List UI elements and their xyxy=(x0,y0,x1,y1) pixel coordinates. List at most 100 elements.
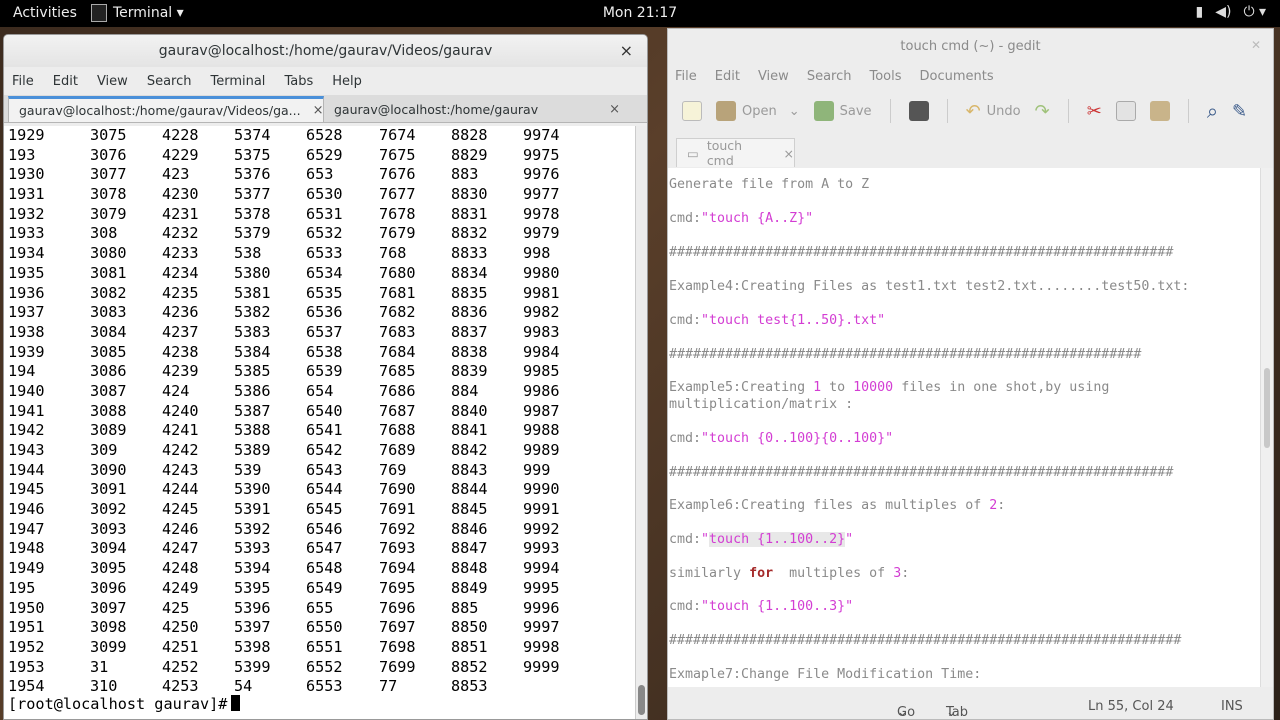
undo-label: Undo xyxy=(986,103,1021,119)
print-button[interactable] xyxy=(905,101,933,121)
close-icon[interactable]: × xyxy=(609,102,620,117)
menu-edit[interactable]: Edit xyxy=(53,74,78,89)
redo-button[interactable]: ↷ xyxy=(1031,101,1054,122)
output-cell: 8849 xyxy=(451,578,488,597)
output-cell: 309 xyxy=(90,441,118,459)
output-cell: 7688 xyxy=(379,421,416,440)
menu-edit[interactable]: Edit xyxy=(715,69,740,84)
output-cell: 7683 xyxy=(379,322,416,341)
menu-help[interactable]: Help xyxy=(332,74,362,89)
terminal-tabbar: gaurav@localhost:/home/gaurav/Videos/ga.… xyxy=(4,95,647,123)
menu-file[interactable]: File xyxy=(12,74,34,89)
insert-mode[interactable]: INS xyxy=(1221,699,1243,714)
output-cell: 6545 xyxy=(306,500,343,519)
terminal-tab-2[interactable]: gaurav@localhost:/home/gaurav × xyxy=(324,96,630,122)
editor-text: 10000 xyxy=(853,380,894,395)
activities-button[interactable]: Activities xyxy=(13,5,77,21)
output-cell: 8848 xyxy=(451,559,488,578)
output-cell: 1953 xyxy=(8,657,45,676)
output-cell: 8837 xyxy=(451,322,488,341)
menu-tools[interactable]: Tools xyxy=(869,69,901,84)
scrollbar-thumb[interactable] xyxy=(638,685,645,715)
terminal-titlebar[interactable]: gaurav@localhost:/home/gaurav/Videos/gau… xyxy=(4,35,647,67)
editor-text: ########################################… xyxy=(669,347,1142,362)
prompt-line: [root@localhost gaurav]# xyxy=(8,695,241,713)
menu-search[interactable]: Search xyxy=(147,74,192,89)
menu-view[interactable]: View xyxy=(758,69,789,84)
output-cell: 3086 xyxy=(90,362,127,381)
output-cell: 1929 xyxy=(8,126,45,144)
output-cell: 6540 xyxy=(306,401,343,420)
menu-documents[interactable]: Documents xyxy=(920,69,994,84)
gedit-scrollbar[interactable] xyxy=(1260,168,1273,687)
editor-text: 1 xyxy=(813,380,822,395)
output-cell: 9981 xyxy=(523,283,560,302)
cursor-position: Ln 55, Col 24 xyxy=(1088,699,1174,714)
menu-terminal[interactable]: Terminal xyxy=(210,74,265,89)
menu-view[interactable]: View xyxy=(97,74,128,89)
output-cell: 9999 xyxy=(523,657,560,676)
output-cell: 1947 xyxy=(8,519,45,538)
menu-file[interactable]: File xyxy=(675,69,697,84)
output-cell: 883 xyxy=(451,165,479,184)
output-cell: 77 xyxy=(379,677,398,696)
chevron-down-icon[interactable]: ⌄ xyxy=(789,104,800,119)
clock[interactable]: Mon 21:17 xyxy=(603,5,677,21)
app-menu[interactable]: Terminal ▾ xyxy=(91,2,184,24)
output-cell: 194 xyxy=(8,362,36,381)
menu-search[interactable]: Search xyxy=(807,69,852,84)
output-cell: 54 xyxy=(234,677,253,696)
paste-button[interactable] xyxy=(1146,101,1174,121)
output-cell: 6529 xyxy=(306,145,343,164)
output-cell: 8832 xyxy=(451,224,488,243)
output-cell: 6530 xyxy=(306,185,343,204)
new-button[interactable] xyxy=(678,101,706,121)
close-icon[interactable]: × xyxy=(784,146,794,161)
terminal-scrollbar[interactable] xyxy=(635,126,647,719)
terminal-title: gaurav@localhost:/home/gaurav/Videos/gau… xyxy=(158,43,493,59)
undo-button[interactable]: ↶ Undo xyxy=(962,101,1025,122)
output-cell: 6551 xyxy=(306,637,343,656)
copy-button[interactable] xyxy=(1112,101,1140,121)
save-button[interactable]: Save xyxy=(810,101,876,121)
editor-line: ########################################… xyxy=(669,347,1141,362)
output-cell: 7686 xyxy=(379,381,416,400)
terminal-output[interactable]: 1929 3075 4228 5374 6528 7674 8828 9974 193 3076 4… xyxy=(4,126,637,719)
gedit-tabbar: ▭ touch cmd × xyxy=(668,133,1273,168)
output-cell: 424 xyxy=(162,381,190,400)
output-cell: 1939 xyxy=(8,342,45,361)
open-button[interactable]: Open ⌄ xyxy=(712,101,804,121)
output-cell: 8839 xyxy=(451,362,488,381)
find-button[interactable]: ⌕ xyxy=(1203,99,1222,123)
output-cell: 7698 xyxy=(379,637,416,656)
output-cell: 6533 xyxy=(306,244,343,263)
output-cell: 3097 xyxy=(90,598,127,617)
power-icon[interactable]: ⏻ ▾ xyxy=(1243,4,1266,20)
output-cell: 7695 xyxy=(379,578,416,597)
gedit-tab[interactable]: ▭ touch cmd × xyxy=(676,138,795,168)
output-cell: 4251 xyxy=(162,637,199,656)
output-cell: 8840 xyxy=(451,401,488,420)
close-icon[interactable]: × xyxy=(313,103,324,118)
signal-icon[interactable]: ▮ xyxy=(1195,4,1203,20)
output-cell: 7678 xyxy=(379,204,416,223)
output-cell: 655 xyxy=(306,598,334,617)
output-cell: 3093 xyxy=(90,519,127,538)
replace-button[interactable]: ✎ xyxy=(1228,101,1251,122)
gedit-titlebar[interactable]: touch cmd (~) - gedit ✕ xyxy=(668,29,1273,63)
close-icon[interactable]: ✕ xyxy=(1251,38,1261,52)
editor-text: Generate file from A to Z xyxy=(669,177,870,192)
scrollbar-thumb[interactable] xyxy=(1264,368,1270,448)
editor-line: Exmaple7:Change File Modification Time: xyxy=(669,667,981,682)
volume-icon[interactable]: ◀) xyxy=(1215,4,1231,20)
editor-text: similarly xyxy=(669,566,750,581)
terminal-tab-1[interactable]: gaurav@localhost:/home/gaurav/Videos/ga.… xyxy=(8,96,324,122)
editor-line: Generate file from A to Z xyxy=(669,177,869,192)
close-icon[interactable]: × xyxy=(620,41,633,60)
cut-button[interactable]: ✂ xyxy=(1083,101,1106,122)
menu-tabs[interactable]: Tabs xyxy=(284,74,313,89)
output-cell: 5396 xyxy=(234,598,271,617)
output-cell: 769 xyxy=(379,460,407,479)
output-cell: 9989 xyxy=(523,441,560,459)
gedit-text-area[interactable]: Generate file from A to Zcmd:"touch {A..… xyxy=(668,168,1261,687)
